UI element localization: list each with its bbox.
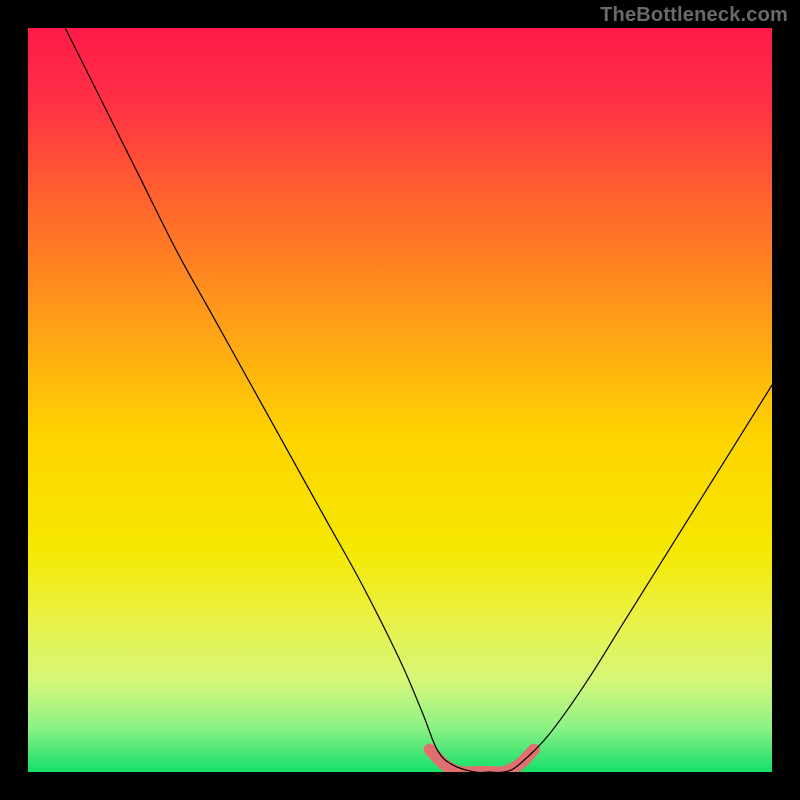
plot-area bbox=[28, 28, 772, 772]
watermark-text: TheBottleneck.com bbox=[600, 4, 788, 27]
chart-svg bbox=[28, 28, 772, 772]
chart-frame: TheBottleneck.com bbox=[0, 0, 800, 800]
